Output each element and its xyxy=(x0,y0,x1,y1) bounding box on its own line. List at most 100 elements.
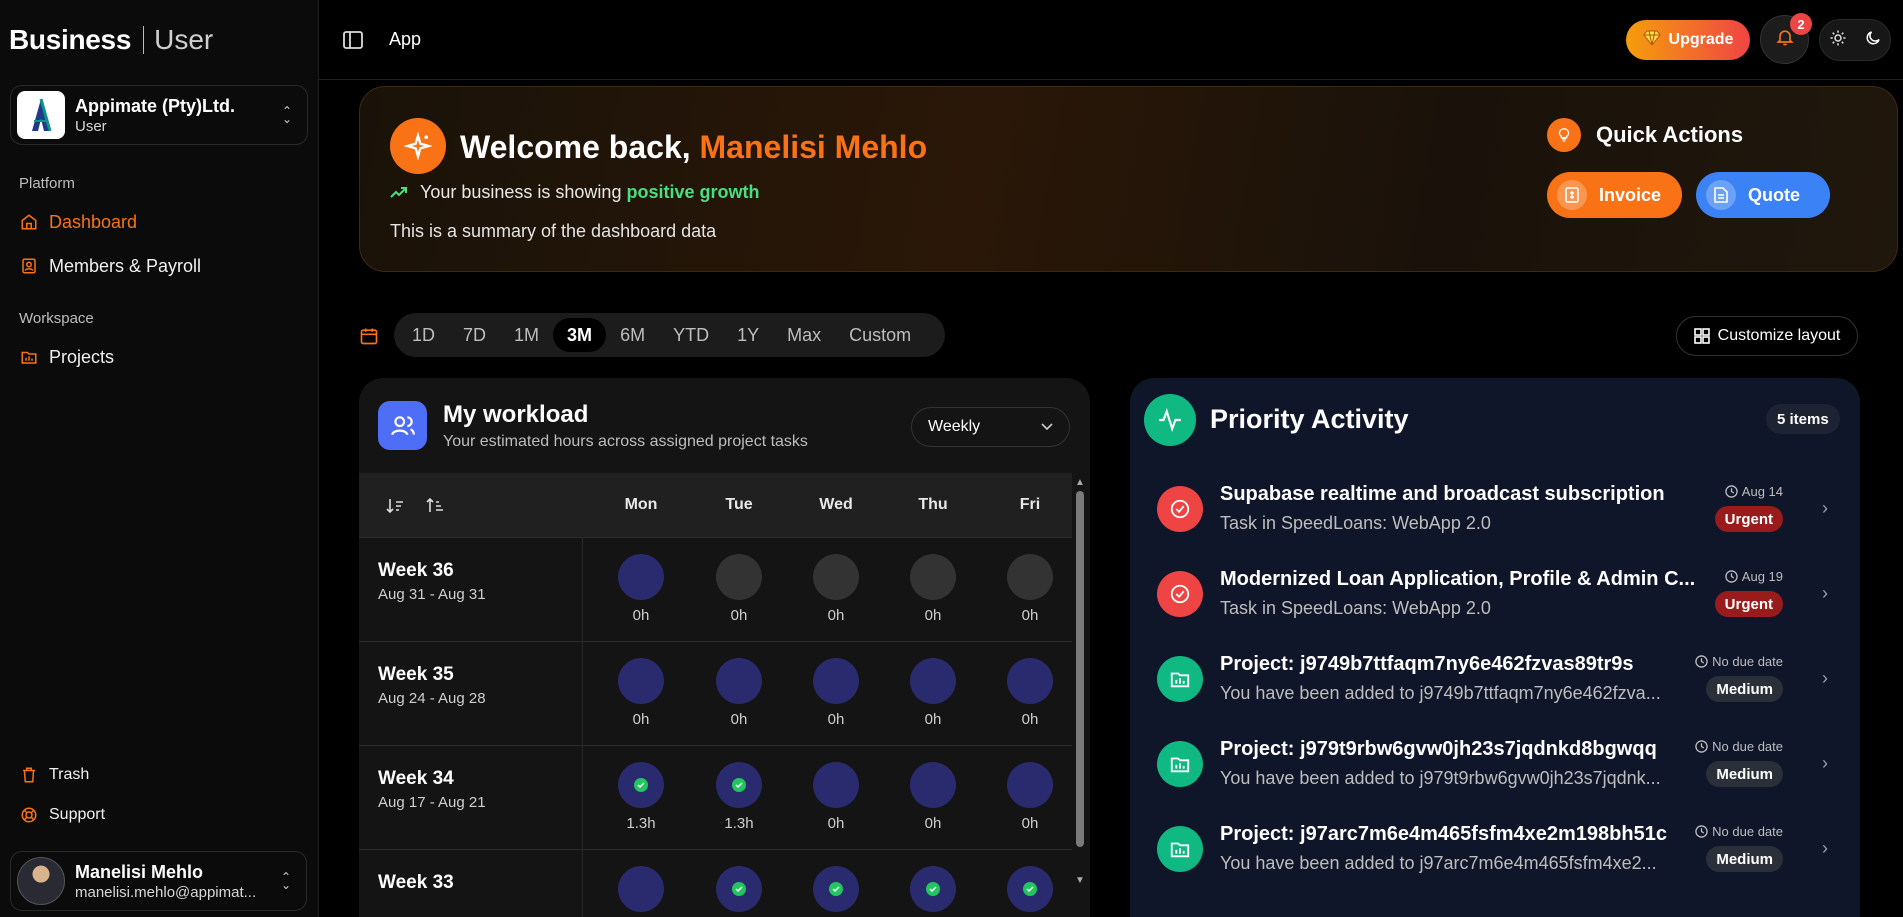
range-3m[interactable]: 3M xyxy=(553,318,607,352)
workload-cell[interactable] xyxy=(716,866,762,912)
topbar: App Upgrade 2 xyxy=(319,0,1903,80)
workload-cell[interactable] xyxy=(618,762,664,808)
priority-badge: Urgent xyxy=(1714,506,1783,532)
list-item[interactable]: Modernized Loan Application, Profile & A… xyxy=(1130,555,1860,640)
day-header: Wed xyxy=(819,496,853,513)
chevron-right-icon: › xyxy=(1822,838,1828,858)
workload-cell[interactable] xyxy=(813,866,859,912)
workload-cell[interactable] xyxy=(618,658,664,704)
brand-secondary: User xyxy=(154,24,214,55)
table-row: Week 34 Aug 17 - Aug 21 1.3h 1.3h 0h 0h 0… xyxy=(359,745,1072,850)
range-custom[interactable]: Custom xyxy=(835,318,925,352)
sort-descending-icon[interactable] xyxy=(386,498,404,519)
workload-cell[interactable] xyxy=(910,554,956,600)
customize-layout-button[interactable]: Customize layout xyxy=(1676,316,1858,356)
priority-activity-card: Priority Activity 5 items Supabase realt… xyxy=(1130,378,1860,917)
range-1y[interactable]: 1Y xyxy=(723,318,773,352)
workload-period-select[interactable]: Weekly xyxy=(911,407,1070,447)
item-title: Project: j97arc7m6e4m465fsfm4xe2m198bh51… xyxy=(1220,823,1667,845)
item-title: Project: j9749b7ttfaqm7ny6e462fzvas89tr9… xyxy=(1220,653,1634,675)
home-icon xyxy=(19,212,39,232)
sidebar-toggle-icon[interactable] xyxy=(341,28,365,52)
scroll-down-icon[interactable]: ▼ xyxy=(1075,875,1085,886)
range-max[interactable]: Max xyxy=(773,318,835,352)
workload-cell[interactable] xyxy=(910,866,956,912)
due-date: Aug 19 xyxy=(1725,569,1783,584)
org-role: User xyxy=(75,117,107,135)
customize-layout-label: Customize layout xyxy=(1717,327,1841,344)
project-icon xyxy=(1157,826,1203,872)
range-6m[interactable]: 6M xyxy=(606,318,659,352)
priority-badge: Medium xyxy=(1706,846,1783,872)
hours-value: 0h xyxy=(827,607,845,624)
check-icon xyxy=(1023,882,1037,896)
workload-cell[interactable] xyxy=(813,554,859,600)
workload-cell[interactable] xyxy=(910,658,956,704)
workload-cell[interactable] xyxy=(813,658,859,704)
workload-scrollbar[interactable]: ▲ ▼ xyxy=(1072,473,1090,917)
list-item[interactable]: Project: j9749b7ttfaqm7ny6e462fzvas89tr9… xyxy=(1130,640,1860,725)
workload-cell[interactable] xyxy=(618,554,664,600)
workload-cell[interactable] xyxy=(813,762,859,808)
lifebuoy-icon xyxy=(19,805,39,825)
hours-value: 0h xyxy=(924,607,942,624)
welcome-summary: This is a summary of the dashboard data xyxy=(390,221,717,241)
workload-title: My workload xyxy=(443,401,589,428)
range-ytd[interactable]: YTD xyxy=(659,318,723,352)
user-email: manelisi.mehlo@appimat... xyxy=(75,883,257,901)
sidebar-item-trash[interactable]: Trash xyxy=(0,755,319,795)
sidebar-item-dashboard[interactable]: Dashboard xyxy=(0,200,318,244)
theme-toggle[interactable] xyxy=(1819,19,1891,61)
table-row: Week 35 Aug 24 - Aug 28 0h 0h 0h 0h 0h xyxy=(359,641,1072,746)
scrollbar-thumb[interactable] xyxy=(1076,491,1084,847)
workload-cell[interactable] xyxy=(716,762,762,808)
list-item[interactable]: Project: j979t9rbw6gvw0jh23s7jqdnkd8bgwq… xyxy=(1130,725,1860,810)
priority-badge: Urgent xyxy=(1714,591,1783,617)
invoice-button[interactable]: Invoice xyxy=(1547,172,1682,218)
sidebar-item-support[interactable]: Support xyxy=(0,795,319,835)
time-range-selector: 1D 7D 1M 3M 6M YTD 1Y Max Custom xyxy=(394,313,945,357)
user-name: Manelisi Mehlo xyxy=(75,861,204,882)
user-menu[interactable]: Manelisi Mehlo manelisi.mehlo@appimat...… xyxy=(10,851,307,911)
due-date-text: No due date xyxy=(1712,654,1783,669)
item-title: Modernized Loan Application, Profile & A… xyxy=(1220,568,1696,590)
moon-icon[interactable] xyxy=(1864,29,1882,52)
week-label: Week 36 xyxy=(378,560,454,581)
workload-cell[interactable] xyxy=(618,866,664,912)
due-date: No due date xyxy=(1695,739,1783,754)
upgrade-button[interactable]: Upgrade xyxy=(1626,20,1750,60)
sun-icon[interactable] xyxy=(1829,29,1847,52)
sort-ascending-icon[interactable] xyxy=(426,497,444,519)
sidebar-item-label: Trash xyxy=(49,766,90,783)
notifications-button[interactable]: 2 xyxy=(1760,13,1812,64)
workload-cell[interactable] xyxy=(910,762,956,808)
scroll-up-icon[interactable]: ▲ xyxy=(1075,477,1085,488)
users-icon xyxy=(378,401,427,450)
upgrade-label: Upgrade xyxy=(1668,31,1734,48)
sidebar-item-members-payroll[interactable]: Members & Payroll xyxy=(0,244,318,288)
breadcrumb[interactable]: App xyxy=(389,29,421,50)
sidebar-item-label: Members & Payroll xyxy=(49,255,202,276)
workload-cell[interactable] xyxy=(1007,658,1053,704)
workload-cell[interactable] xyxy=(716,554,762,600)
workload-cell[interactable] xyxy=(1007,554,1053,600)
priority-count-badge: 5 items xyxy=(1766,404,1840,434)
workload-cell[interactable] xyxy=(1007,866,1053,912)
platform-label: Platform xyxy=(19,175,75,192)
range-7d[interactable]: 7D xyxy=(449,318,500,352)
org-switcher[interactable]: Appimate (Pty)Ltd. User ⌃ ⌄ xyxy=(10,85,308,145)
activity-icon xyxy=(1144,394,1196,446)
quote-button[interactable]: Quote xyxy=(1696,172,1830,218)
workload-cell[interactable] xyxy=(1007,762,1053,808)
list-item[interactable]: Project: j97arc7m6e4m465fsfm4xe2m198bh51… xyxy=(1130,810,1860,895)
range-1m[interactable]: 1M xyxy=(500,318,553,352)
day-header: Mon xyxy=(624,496,658,513)
sidebar-item-projects[interactable]: Projects xyxy=(0,335,318,379)
week-label: Week 33 xyxy=(378,872,454,893)
invoice-label: Invoice xyxy=(1599,184,1662,205)
brand-divider xyxy=(143,26,145,54)
workload-cell[interactable] xyxy=(716,658,762,704)
due-date-text: No due date xyxy=(1712,824,1783,839)
list-item[interactable]: Supabase realtime and broadcast subscrip… xyxy=(1130,470,1860,555)
range-1d[interactable]: 1D xyxy=(398,318,449,352)
